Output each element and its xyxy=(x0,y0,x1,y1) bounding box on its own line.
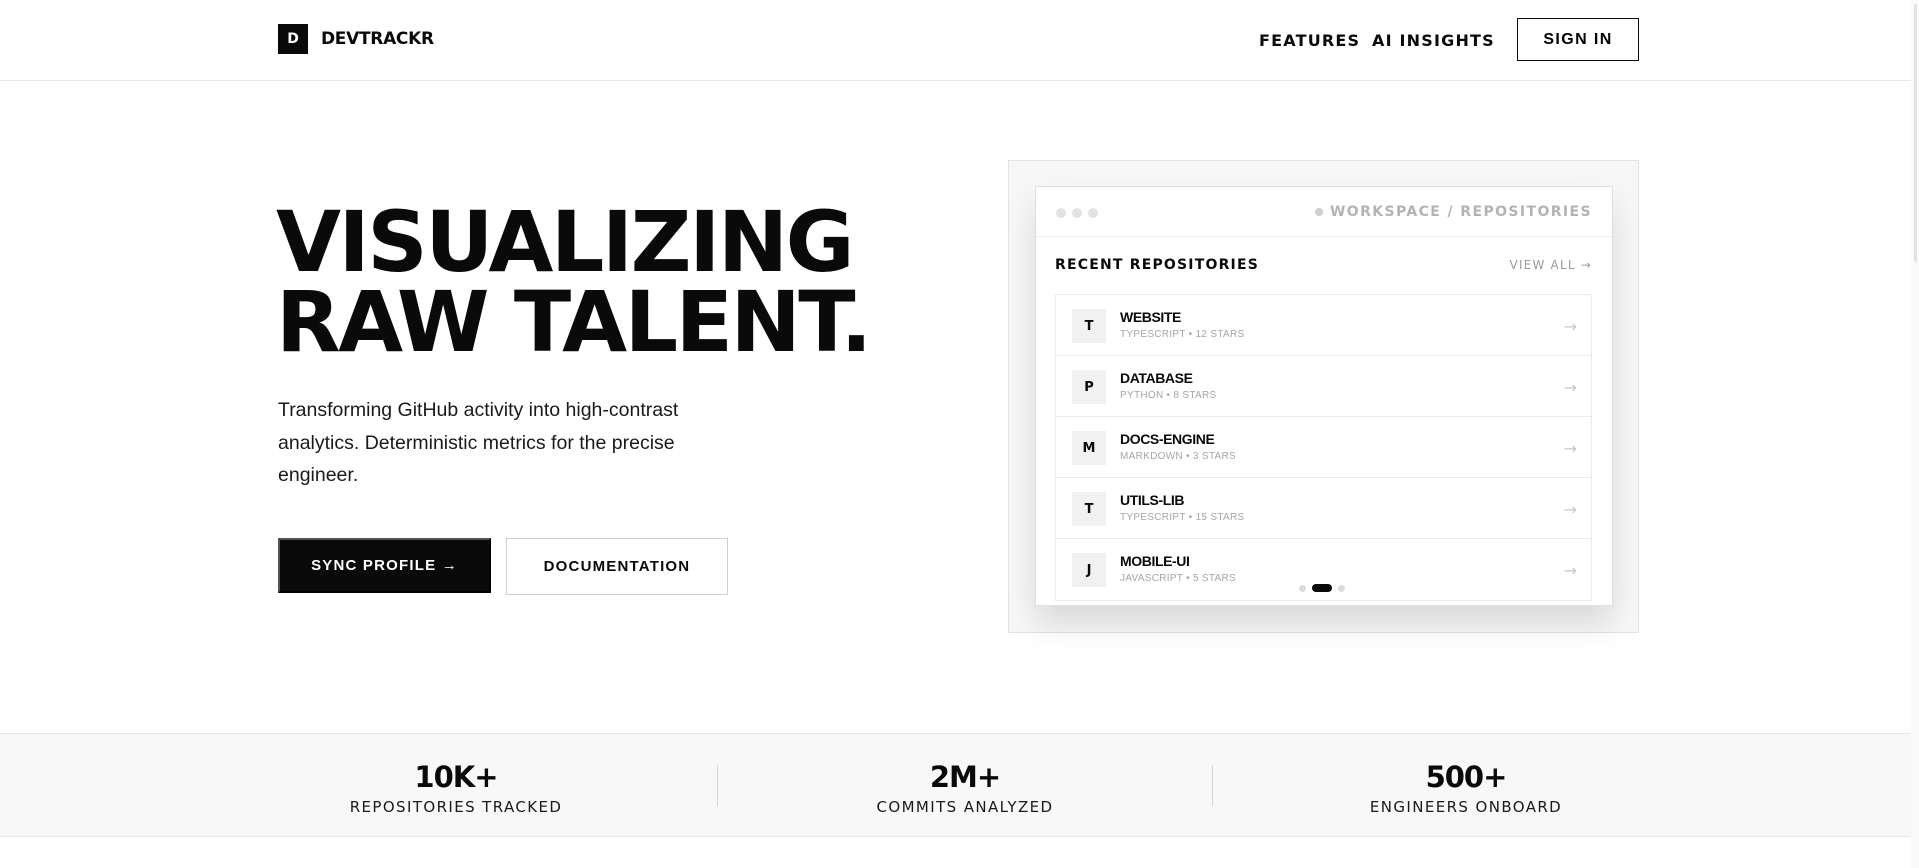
logo-mark-icon: D xyxy=(278,24,308,54)
hero-headline: VISUALIZING RAW TALENT. xyxy=(276,193,872,371)
stat-divider xyxy=(717,765,718,806)
repository-list: T WEBSITE TYPESCRIPT • 12 STARS → P DATA… xyxy=(1055,294,1592,601)
sync-profile-button[interactable]: SYNC PROFILE → xyxy=(278,538,491,593)
list-item[interactable]: T UTILS-LIB TYPESCRIPT • 15 STARS → xyxy=(1056,478,1591,539)
window-dot-icon xyxy=(1088,208,1098,218)
stat-value: 10K+ xyxy=(414,760,498,794)
breadcrumb-text: WORKSPACE / REPOSITORIES xyxy=(1329,204,1592,220)
nav-link-features[interactable]: FEATURES xyxy=(1259,31,1360,50)
stat-label: REPOSITORIES TRACKED xyxy=(349,798,563,816)
stat-repositories: 10K+ REPOSITORIES TRACKED xyxy=(306,760,606,816)
arrow-right-icon: → xyxy=(1563,317,1577,336)
arrow-right-icon: → xyxy=(1563,500,1577,519)
repo-avatar: P xyxy=(1072,370,1106,404)
window-dot-icon xyxy=(1056,208,1066,218)
headline-line-1: VISUALIZING xyxy=(276,193,855,291)
window-dot-icon xyxy=(1072,208,1082,218)
repo-meta: JAVASCRIPT • 5 STARS xyxy=(1120,573,1237,584)
repository-preview-card: WORKSPACE / REPOSITORIES RECENT REPOSITO… xyxy=(1035,186,1613,606)
window-titlebar: WORKSPACE / REPOSITORIES xyxy=(1036,187,1612,237)
arrow-right-icon: → xyxy=(1563,378,1577,397)
view-all-link[interactable]: VIEW ALL → xyxy=(1510,258,1592,272)
status-dot-icon xyxy=(1314,208,1323,216)
scrollbar-thumb[interactable] xyxy=(1914,4,1917,262)
hero-subtext: Transforming GitHub activity into high-c… xyxy=(278,399,679,486)
repo-meta: PYTHON • 8 STARS xyxy=(1120,390,1217,401)
list-item[interactable]: M DOCS-ENGINE MARKDOWN • 3 STARS → xyxy=(1056,417,1591,478)
breadcrumb: WORKSPACE / REPOSITORIES xyxy=(1314,204,1592,220)
headline-line-2: RAW TALENT. xyxy=(276,273,872,371)
top-nav: D DEVTRACKR FEATURES AI INSIGHTS SIGN IN xyxy=(0,0,1919,81)
brand-name: DEVTRACKR xyxy=(321,29,434,49)
stats-band: 10K+ REPOSITORIES TRACKED 2M+ COMMITS AN… xyxy=(0,733,1919,837)
stat-value: 500+ xyxy=(1425,760,1508,794)
repo-avatar: J xyxy=(1072,553,1106,587)
stat-commits: 2M+ COMMITS ANALYZED xyxy=(815,760,1115,816)
stat-value: 2M+ xyxy=(929,760,1001,794)
nav-link-ai-insights[interactable]: AI INSIGHTS xyxy=(1372,31,1495,50)
list-item[interactable]: P DATABASE PYTHON • 8 STARS → xyxy=(1056,356,1591,417)
section-title: RECENT REPOSITORIES xyxy=(1055,257,1260,273)
brand-logo[interactable]: D DEVTRACKR xyxy=(278,24,434,54)
documentation-button[interactable]: DOCUMENTATION xyxy=(506,538,728,595)
repo-name: DOCS-ENGINE xyxy=(1120,431,1215,447)
repo-name: DATABASE xyxy=(1120,370,1193,386)
page-scrollbar[interactable] xyxy=(1911,0,1919,868)
repo-name: UTILS-LIB xyxy=(1120,492,1185,508)
stat-divider xyxy=(1212,765,1213,806)
repo-meta: TYPESCRIPT • 15 STARS xyxy=(1120,512,1245,523)
repo-avatar: T xyxy=(1072,492,1106,526)
pager-dot-active[interactable] xyxy=(1312,584,1332,592)
sign-in-button[interactable]: SIGN IN xyxy=(1517,18,1639,61)
repo-avatar: M xyxy=(1072,431,1106,465)
repo-name: WEBSITE xyxy=(1120,309,1181,325)
pager-dot[interactable] xyxy=(1338,584,1345,592)
carousel-pager xyxy=(1299,584,1351,592)
arrow-right-icon: → xyxy=(1563,439,1577,458)
stat-label: COMMITS ANALYZED xyxy=(876,798,1054,816)
repo-meta: MARKDOWN • 3 STARS xyxy=(1120,451,1236,462)
stat-label: ENGINEERS ONBOARD xyxy=(1369,798,1563,816)
pager-dot[interactable] xyxy=(1299,584,1306,592)
repo-avatar: T xyxy=(1072,309,1106,343)
repo-name: MOBILE-UI xyxy=(1120,553,1190,569)
repo-meta: TYPESCRIPT • 12 STARS xyxy=(1120,329,1245,340)
stat-engineers: 500+ ENGINEERS ONBOARD xyxy=(1316,760,1616,816)
list-item[interactable]: T WEBSITE TYPESCRIPT • 12 STARS → xyxy=(1056,295,1591,356)
arrow-right-icon: → xyxy=(1563,561,1577,580)
